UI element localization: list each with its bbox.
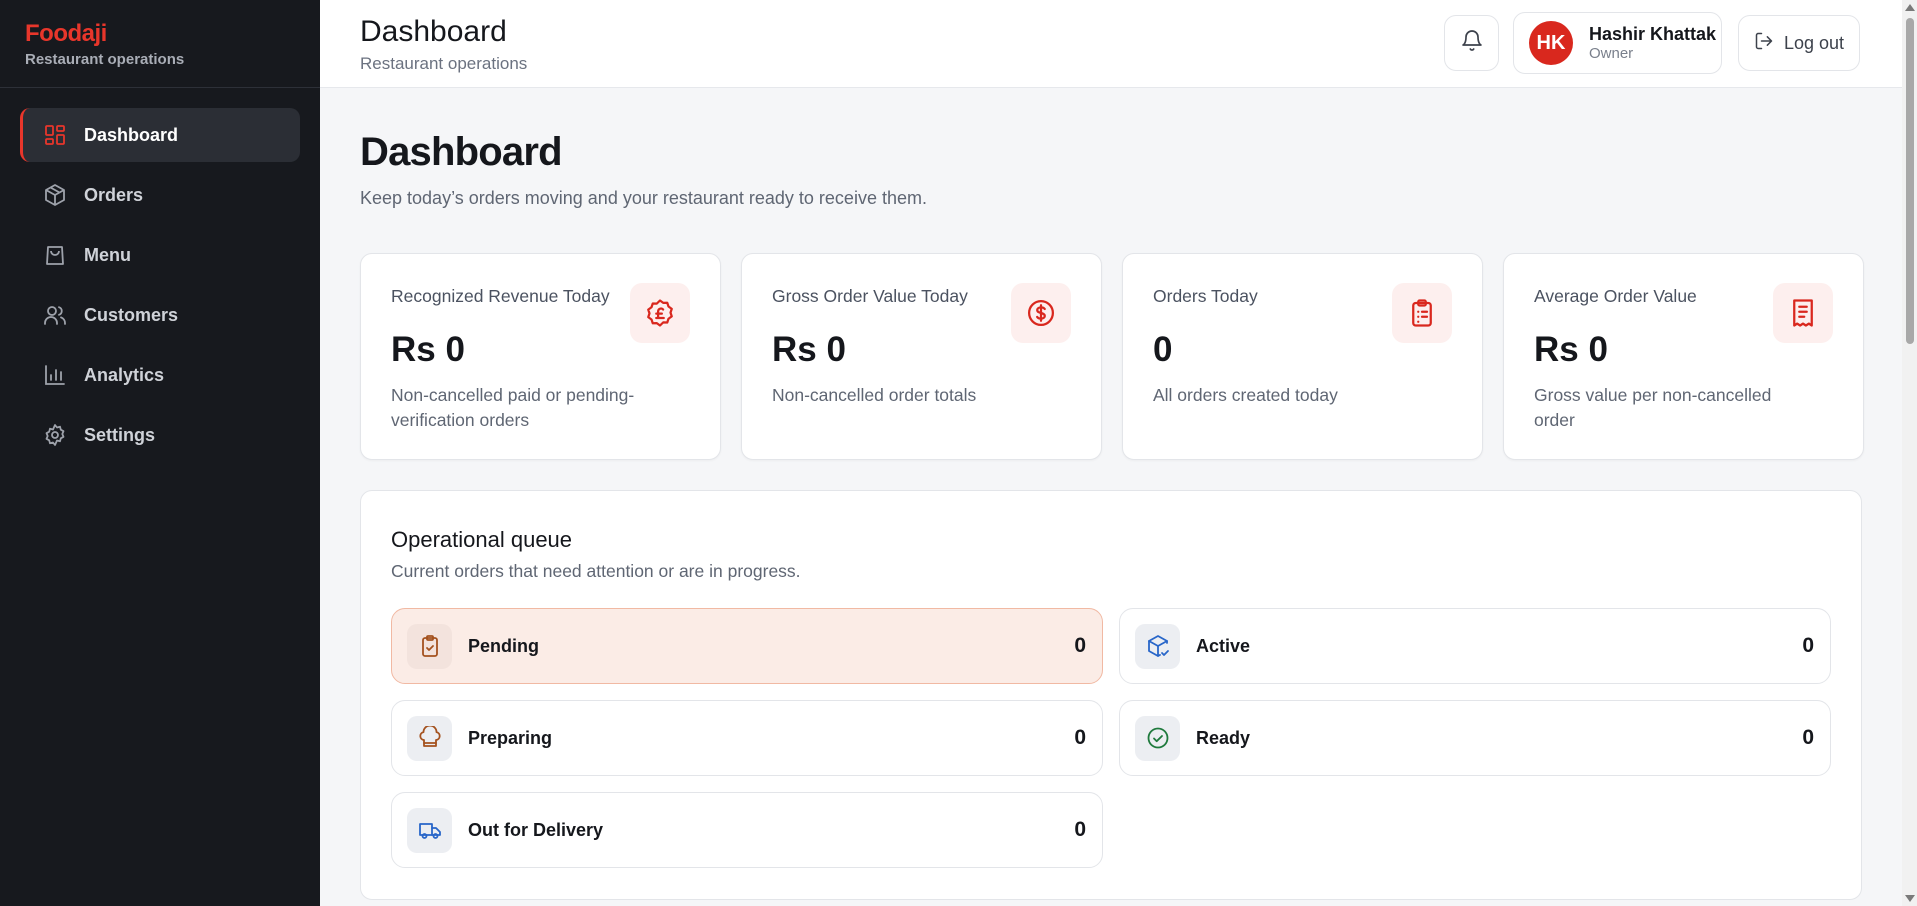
queue-item-label: Out for Delivery: [468, 819, 604, 840]
stat-value: Rs 0: [1534, 330, 1608, 369]
stat-label: Gross Order Value Today: [772, 286, 968, 306]
stat-card-gross-order-value: Gross Order Value Today Rs 0 Non-cancell…: [741, 253, 1102, 460]
user-role: Owner: [1589, 44, 1634, 62]
sidebar-item-label: Dashboard: [84, 124, 179, 145]
brand: Foodaji Restaurant operations: [0, 0, 320, 88]
chef-hat-icon: [407, 715, 452, 761]
logout-icon: [1754, 31, 1784, 56]
queue-item-active[interactable]: Active 0: [1119, 608, 1831, 684]
queue-item-label: Active: [1196, 635, 1251, 656]
clipboard-check-icon: [407, 623, 452, 669]
box-icon: [42, 182, 68, 208]
bar-chart-icon: [42, 362, 68, 388]
bag-icon: [42, 242, 68, 268]
stat-value: 0: [1153, 330, 1173, 369]
queue-item-pending[interactable]: Pending 0: [391, 608, 1103, 684]
header-subtitle: Restaurant operations: [360, 54, 528, 73]
stat-label: Recognized Revenue Today: [391, 286, 610, 306]
queue-item-out-for-delivery[interactable]: Out for Delivery 0: [391, 792, 1103, 868]
page-subtitle: Keep today’s orders moving and your rest…: [360, 188, 927, 208]
users-icon: [42, 302, 68, 328]
stat-description: All orders created today: [1153, 385, 1338, 405]
bell-icon: [1460, 29, 1484, 58]
clipboard-list-icon: [1392, 283, 1452, 343]
queue-subtitle: Current orders that need attention or ar…: [391, 561, 801, 581]
stat-description: Gross value per non-cancelled order: [1534, 385, 1772, 430]
sidebar-item-label: Analytics: [84, 364, 165, 385]
sidebar-item-label: Orders: [84, 184, 144, 205]
user-info: Hashir Khattak Owner: [1589, 24, 1716, 63]
queue-item-preparing[interactable]: Preparing 0: [391, 700, 1103, 776]
stat-card-recognized-revenue: Recognized Revenue Today Rs 0 Non-cancel…: [360, 253, 721, 460]
truck-icon: [407, 807, 452, 853]
sidebar-item-customers[interactable]: Customers: [20, 288, 300, 342]
sidebar-nav: Dashboard Orders Menu Customers Analytic…: [0, 88, 320, 462]
dollar-coin-icon: [1011, 283, 1071, 343]
sidebar-item-analytics[interactable]: Analytics: [20, 348, 300, 402]
sidebar: Foodaji Restaurant operations Dashboard …: [0, 0, 320, 906]
stat-card-average-order-value: Average Order Value Rs 0 Gross value per…: [1503, 253, 1864, 460]
dashboard-icon: [42, 122, 68, 148]
receipt-icon: [1773, 283, 1833, 343]
queue-title: Operational queue: [391, 527, 573, 552]
sidebar-item-dashboard[interactable]: Dashboard: [20, 108, 300, 162]
operational-queue-card: Operational queue Current orders that ne…: [360, 490, 1862, 900]
sidebar-item-menu[interactable]: Menu: [20, 228, 300, 282]
queue-item-label: Pending: [468, 635, 539, 656]
scroll-down-arrow-icon[interactable]: [1905, 895, 1915, 902]
stat-card-orders-today: Orders Today 0 All orders created today: [1122, 253, 1483, 460]
logout-label: Log out: [1783, 32, 1845, 53]
top-header: Dashboard Restaurant operations HK Hashi…: [320, 0, 1902, 88]
check-circle-icon: [1135, 715, 1180, 761]
brand-subtitle: Restaurant operations: [25, 51, 185, 68]
header-title: Dashboard: [360, 15, 507, 48]
stat-value: Rs 0: [772, 330, 846, 369]
page-title: Dashboard: [360, 130, 563, 174]
page-scrollbar[interactable]: [1902, 0, 1917, 906]
logout-button[interactable]: Log out: [1738, 15, 1860, 71]
stat-description: Non-cancelled order totals: [772, 385, 977, 405]
scroll-up-arrow-icon[interactable]: [1905, 4, 1915, 11]
sidebar-item-orders[interactable]: Orders: [20, 168, 300, 222]
user-menu-button[interactable]: HK Hashir Khattak Owner: [1513, 12, 1722, 74]
queue-item-count: 0: [1802, 634, 1814, 657]
sidebar-item-label: Settings: [84, 424, 156, 445]
pound-coin-icon: [630, 283, 690, 343]
queue-item-count: 0: [1074, 818, 1086, 841]
sidebar-item-label: Customers: [84, 304, 179, 325]
avatar: HK: [1529, 21, 1573, 65]
user-name: Hashir Khattak: [1589, 23, 1717, 44]
scrollbar-thumb[interactable]: [1906, 18, 1914, 344]
queue-item-count: 0: [1074, 726, 1086, 749]
queue-item-count: 0: [1074, 634, 1086, 657]
stat-description: Non-cancelled paid or pending-verificati…: [391, 385, 635, 430]
queue-item-label: Ready: [1196, 727, 1251, 748]
gear-icon: [42, 422, 68, 448]
queue-item-ready[interactable]: Ready 0: [1119, 700, 1831, 776]
sidebar-item-label: Menu: [84, 244, 131, 265]
stat-value: Rs 0: [391, 330, 465, 369]
brand-name[interactable]: Foodaji: [25, 20, 295, 48]
stat-label: Orders Today: [1153, 286, 1258, 306]
stat-label: Average Order Value: [1534, 286, 1697, 306]
queue-item-label: Preparing: [468, 727, 553, 748]
notifications-button[interactable]: [1444, 15, 1499, 71]
sidebar-item-settings[interactable]: Settings: [20, 408, 300, 462]
package-check-icon: [1135, 623, 1180, 669]
queue-item-count: 0: [1802, 726, 1814, 749]
